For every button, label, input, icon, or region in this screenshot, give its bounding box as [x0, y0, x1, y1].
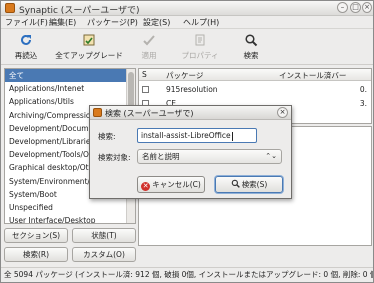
- search-icon: [245, 34, 258, 47]
- select-arrows-icon: ⌃⌄: [265, 152, 277, 160]
- search-label: 検索(S): [241, 180, 268, 189]
- apply-label: 適用: [141, 51, 157, 60]
- search-target-select[interactable]: 名前と説明 ⌃⌄: [137, 149, 282, 164]
- search-dialog: 検索 (スーパーユーザで) × 検索: install-assist-Libre…: [89, 105, 292, 199]
- package-version: 0.: [359, 85, 367, 94]
- section-item[interactable]: Unspecified: [5, 201, 135, 214]
- section-item[interactable]: User Interface/Desktop: [5, 214, 135, 223]
- menu-settings[interactable]: 設定(S): [143, 17, 170, 28]
- search-input-text: install-assist-LibreOffice: [141, 131, 231, 140]
- properties-label: プロパティ: [181, 51, 219, 60]
- package-checkbox[interactable]: [142, 86, 149, 93]
- minimize-icon[interactable]: –: [337, 2, 348, 13]
- cancel-icon: ✕: [141, 182, 151, 191]
- search-results-button[interactable]: 検索(R): [4, 247, 68, 262]
- cancel-label: キャンセル(C): [152, 180, 201, 189]
- section-item-all[interactable]: 全て: [5, 69, 135, 83]
- search-toolbar-button[interactable]: 検索: [235, 31, 267, 63]
- search-field-label: 検索:: [98, 132, 116, 141]
- section-item[interactable]: Applications/Intenet: [5, 82, 135, 95]
- text-caret: [231, 131, 233, 141]
- toolbar: 再読込 全てアップグレード 適用 プロパティ 検索: [1, 29, 373, 65]
- upgrade-all-label: 全てアップグレード: [55, 51, 123, 60]
- dialog-title-bar: 検索 (スーパーユーザで) ×: [90, 106, 291, 120]
- window-title: Synaptic (スーパーユーザで): [19, 6, 140, 16]
- search-icon: [231, 179, 240, 188]
- table-header: S パッケージ インストール済バー: [139, 69, 371, 81]
- title-bar: Synaptic (スーパーユーザで) – □ ×: [1, 1, 373, 16]
- sections-button[interactable]: セクション(S): [4, 228, 68, 243]
- package-version: 3.: [359, 99, 367, 108]
- search-button[interactable]: 検索(S): [215, 176, 283, 193]
- package-name: 915resolution: [166, 85, 218, 94]
- reload-label: 再読込: [14, 51, 38, 60]
- synaptic-app-icon: [5, 3, 15, 13]
- cancel-button[interactable]: ✕ キャンセル(C): [137, 176, 205, 193]
- menu-file[interactable]: ファイル(F): [5, 17, 48, 28]
- custom-button[interactable]: カスタム(O): [72, 247, 136, 262]
- status-button[interactable]: 状態(T): [72, 228, 136, 243]
- upgrade-icon: [83, 34, 95, 46]
- menu-bar: ファイル(F) 編集(E) パッケージ(P) 設定(S) ヘルプ(H): [1, 16, 373, 29]
- table-row[interactable]: 915resolution 0.: [139, 83, 371, 96]
- reload-icon: [21, 34, 31, 45]
- menu-package[interactable]: パッケージ(P): [87, 17, 138, 28]
- search-target-label: 検索対象:: [98, 153, 131, 162]
- search-toolbar-label: 検索: [243, 51, 259, 60]
- col-installed-version[interactable]: インストール済バー: [279, 70, 346, 81]
- search-input[interactable]: install-assist-LibreOffice: [137, 128, 257, 143]
- apply-icon: [143, 35, 155, 46]
- dialog-title: 検索 (スーパーユーザで): [105, 109, 194, 118]
- properties-icon: [195, 34, 205, 46]
- apply-button[interactable]: 適用: [129, 31, 169, 63]
- status-bar: 全 5094 パッケージ (インストール済: 912 個, 破損 0個, インス…: [1, 267, 373, 282]
- upgrade-all-button[interactable]: 全てアップグレード: [51, 31, 127, 63]
- synaptic-window: Synaptic (スーパーユーザで) – □ × ファイル(F) 編集(E) …: [0, 0, 374, 283]
- dialog-app-icon: [93, 108, 102, 117]
- properties-button[interactable]: プロパティ: [175, 31, 225, 63]
- menu-help[interactable]: ヘルプ(H): [183, 17, 219, 28]
- reload-button[interactable]: 再読込: [6, 31, 46, 63]
- menu-edit[interactable]: 編集(E): [49, 17, 76, 28]
- col-status[interactable]: S: [142, 70, 147, 79]
- close-icon[interactable]: ×: [362, 2, 372, 13]
- dialog-close-icon[interactable]: ×: [277, 107, 288, 118]
- maximize-icon[interactable]: □: [350, 2, 361, 13]
- search-target-value: 名前と説明: [142, 152, 180, 161]
- col-package[interactable]: パッケージ: [166, 70, 203, 81]
